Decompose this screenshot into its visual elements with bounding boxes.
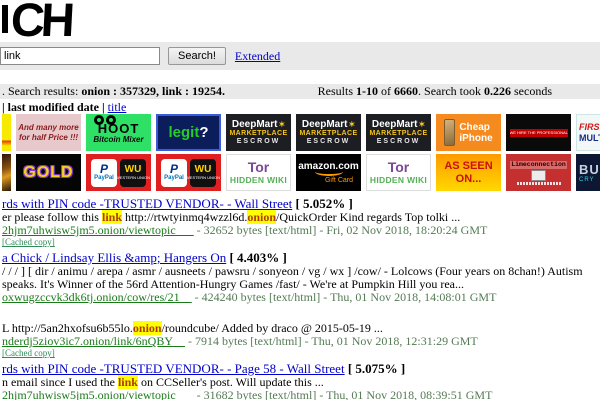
banner-deepmart-3[interactable]: DeepMart MARKETPLACE ESCROW [366, 114, 431, 151]
amazon-smile-icon [315, 171, 343, 176]
banner-bu-crypto[interactable]: BU CRY [576, 154, 600, 191]
result-title-link[interactable]: rds with PIN code -TRUSTED VENDOR- - Pag… [2, 361, 345, 376]
results-info-bar: . Search results: onion : 357329, link :… [0, 84, 600, 99]
logo-cropped-letter [2, 5, 8, 33]
result-meta: - 32652 bytes [text/html] - Fri, 02 Nov … [194, 223, 488, 237]
result-meta: - 7914 bytes [text/html] - Thu, 01 Nov 2… [185, 334, 478, 348]
result-meta: - 424240 bytes [text/html] - Thu, 01 Nov… [192, 290, 497, 304]
banner-hoot-bitcoin-mixer[interactable]: HOOT Bitcoin Mixer [86, 114, 151, 151]
result-url-link[interactable]: 2hjm7uhwisw5jm5.onion/viewtopic___ [2, 223, 194, 237]
result-title-row: rds with PIN code -TRUSTED VENDOR- - Pag… [2, 362, 600, 376]
result-url-row: nderdj5ziov3ic7.onion/link/6nQBY__ - 791… [2, 335, 600, 348]
tor-onion-logo: Tor [248, 160, 270, 175]
banner-legit[interactable]: legit? [156, 114, 221, 151]
iphone-image [444, 119, 455, 146]
banner-as-seen-on[interactable]: AS SEEN ON... [436, 154, 501, 191]
owl-eye-icon [94, 115, 104, 125]
banner-limeconnection[interactable]: Limeconnection [506, 154, 571, 191]
result-url-row: oxwugzccvk3dk6tj.onion/cow/res/21__ - 42… [2, 291, 600, 304]
result-title-row: rds with PIN code -TRUSTED VENDOR- - Wal… [2, 197, 600, 211]
result-title-link[interactable]: rds with PIN code -TRUSTED VENDOR- - Wal… [2, 196, 292, 211]
separator: | [2, 100, 5, 114]
search-button[interactable]: Search! [168, 47, 226, 65]
extended-search-link[interactable]: Extended [235, 49, 280, 64]
banner-paypal-westernunion-2[interactable]: PayPal WUWESTERN UNION [156, 154, 221, 191]
paypal-logo-icon [100, 164, 108, 175]
index-stats-value: onion : 357329, link : 19254. [81, 84, 225, 98]
spacer [2, 70, 600, 84]
banner-tor-hidden-wiki-1[interactable]: Tor HIDDEN WIKI [226, 154, 291, 191]
banner-deepmart-1[interactable]: DeepMart MARKETPLACE ESCROW [226, 114, 291, 151]
banner-cropped-yellow[interactable] [2, 114, 11, 151]
cached-copy-row: [Cached copy] [2, 237, 600, 247]
result-title-link[interactable]: a Chick / Lindsay Ellis &amp; Hangers On [2, 250, 226, 265]
paypal-logo-icon [170, 164, 178, 175]
search-result-2: a Chick / Lindsay Ellis &amp; Hangers On… [2, 251, 600, 304]
banner-amazon-gift-card[interactable]: amazon.com Gift Card [296, 154, 361, 191]
search-input[interactable] [0, 47, 160, 65]
banner-gold[interactable]: GOLD [16, 154, 81, 191]
search-result-1: rds with PIN code -TRUSTED VENDOR- - Wal… [2, 197, 600, 247]
result-url-row: 2hjm7uhwisw5jm5.onion/viewtopic___ - 316… [2, 389, 600, 400]
results-count: Results 1-10 of 6660. Search took 0.226 … [318, 84, 552, 99]
highlighted-term: link [102, 210, 122, 224]
western-union-logo: WU [125, 165, 142, 175]
separator: | [102, 100, 105, 114]
banner-half-price-ad[interactable]: And many more for half Price !!! [16, 114, 81, 151]
western-union-logo: WU [195, 165, 212, 175]
torch-logo[interactable]: CH [10, 0, 73, 47]
banner-first-multi[interactable]: FIRST MULTI [576, 114, 600, 151]
banner-cheap-iphone[interactable]: CheapiPhone [436, 114, 501, 151]
owl-eye-icon [106, 115, 116, 125]
relevance-score: [ 5.075% ] [348, 361, 405, 376]
banner-tor-hidden-wiki-2[interactable]: Tor HIDDEN WIKI [366, 154, 431, 191]
header: CH [2, 0, 600, 42]
index-stats-label: . Search results: [2, 84, 81, 98]
search-results-list: rds with PIN code -TRUSTED VENDOR- - Wal… [2, 197, 600, 400]
banner-row-2: GOLD PayPal WUWESTERN UNION PayPal WUWES… [2, 154, 600, 191]
banner-deepmart-2[interactable]: DeepMart MARKETPLACE ESCROW [296, 114, 361, 151]
relevance-score: [ 5.052% ] [295, 196, 352, 211]
highlighted-term: link [118, 375, 138, 389]
banner-hitman-service[interactable]: WE HIRE THE PROFESSIONAL HITMAN SERVICE [506, 114, 571, 151]
result-url-link[interactable]: nderdj5ziov3ic7.onion/link/6nQBY__ [2, 334, 185, 348]
result-meta: - 31682 bytes [text/html] - Thu, 01 Nov … [194, 388, 493, 400]
cached-copy-row: [Cached copy] [2, 348, 600, 358]
tor-onion-logo: Tor [388, 160, 410, 175]
highlighted-term: onion [247, 210, 276, 224]
index-stats: . Search results: onion : 357329, link :… [2, 84, 225, 99]
cached-copy-link[interactable]: [Cached copy] [2, 237, 55, 247]
tiny-url-text [517, 182, 561, 185]
cached-copy-link[interactable]: [Cached copy] [2, 348, 55, 358]
search-result-4: rds with PIN code -TRUSTED VENDOR- - Pag… [2, 362, 600, 400]
result-title-row-cropped [2, 308, 600, 322]
search-result-3: L http://5an2hxofsu6b55lo.onion/roundcub… [2, 308, 600, 358]
banner-cropped-gold[interactable] [2, 154, 11, 191]
sort-last-modified-date[interactable]: last modified date [8, 100, 99, 114]
banner-paypal-westernunion-1[interactable]: PayPal WUWESTERN UNION [86, 154, 151, 191]
sort-title-link[interactable]: title [108, 100, 127, 114]
result-snippet: / / / ] [ dir / animu / arepa / asmr / a… [2, 265, 600, 291]
product-image [531, 170, 546, 181]
result-url-row: 2hjm7uhwisw5jm5.onion/viewtopic___ - 326… [2, 224, 600, 237]
banner-row-1: And many more for half Price !!! HOOT Bi… [2, 114, 600, 151]
search-bar: Search! Extended [0, 42, 600, 70]
ad-banners: And many more for half Price !!! HOOT Bi… [2, 114, 600, 191]
highlighted-term: onion [133, 321, 162, 335]
torch-results-page: CH Search! Extended . Search results: on… [0, 0, 600, 400]
sort-options: | last modified date | title [2, 99, 600, 113]
relevance-score: [ 4.403% ] [229, 250, 286, 265]
result-title-row: a Chick / Lindsay Ellis &amp; Hangers On… [2, 251, 600, 265]
result-url-link[interactable]: oxwugzccvk3dk6tj.onion/cow/res/21__ [2, 290, 192, 304]
result-url-link[interactable]: 2hjm7uhwisw5jm5.onion/viewtopic___ [2, 388, 194, 400]
